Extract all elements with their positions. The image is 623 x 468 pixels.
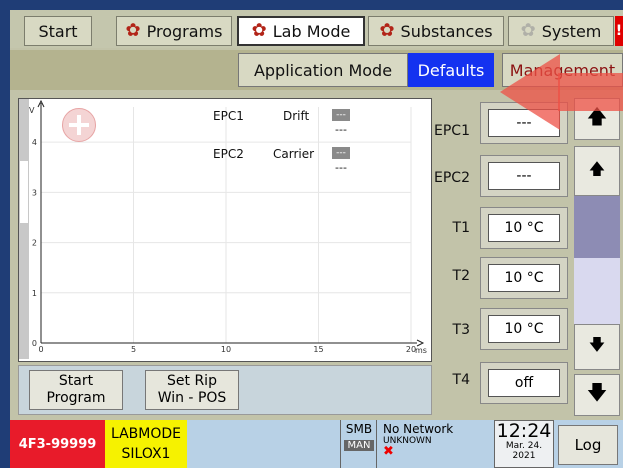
clock-date-2: 2021 bbox=[512, 451, 536, 461]
t1-value[interactable]: 10 °C bbox=[488, 214, 560, 242]
chart-label-carrier: Carrier bbox=[273, 147, 315, 161]
gear-icon: ✿ bbox=[251, 20, 267, 41]
tab-defaults[interactable]: Defaults bbox=[408, 53, 494, 87]
tab-lab-mode-label: Lab Mode bbox=[272, 21, 351, 41]
tab-substances[interactable]: ✿ Substances bbox=[368, 16, 504, 46]
smb-label: SMB bbox=[345, 422, 373, 436]
chart-label-drift: Drift bbox=[283, 109, 310, 123]
tab-system[interactable]: ✿ System bbox=[508, 16, 614, 46]
arrow-up-small-icon: 🡅 bbox=[588, 158, 606, 178]
y-axis-label: V bbox=[29, 106, 35, 115]
status-bar: 4F3-99999 LABMODE SILOX1 SMB MAN No Netw… bbox=[10, 420, 623, 468]
set-rip-line1: Set Rip bbox=[167, 373, 217, 389]
t4-label: T4 bbox=[452, 372, 470, 388]
clock: 12:24 Mar. 24. 2021 bbox=[494, 420, 554, 468]
x-tick-label: 10 bbox=[221, 345, 231, 354]
chart-label-epc1: EPC1 bbox=[213, 109, 244, 123]
tab-system-label: System bbox=[541, 21, 602, 41]
arrow-down-small-icon: 🡇 bbox=[588, 334, 606, 354]
y-tick-label: 2 bbox=[32, 239, 37, 248]
clock-time: 12:24 bbox=[496, 420, 552, 442]
scroll-track[interactable] bbox=[574, 258, 620, 324]
device-id: 4F3-99999 bbox=[10, 420, 105, 468]
chart-scrollbar[interactable] bbox=[19, 99, 29, 359]
highlight-arrow-tail bbox=[558, 73, 623, 111]
network-error-icon: ✖ bbox=[383, 444, 394, 459]
log-button[interactable]: Log bbox=[558, 425, 618, 465]
app-frame: Start ✿ Programs ✿ Lab Mode ✿ Substances… bbox=[10, 10, 623, 468]
drift-value-dash: --- bbox=[335, 123, 347, 136]
action-button-area: Start Program Set Rip Win - POS bbox=[18, 365, 432, 415]
gear-icon: ✿ bbox=[520, 20, 536, 41]
network-status: No Network UNKNOWN ✖ bbox=[376, 420, 486, 468]
y-tick-label: 0 bbox=[32, 339, 37, 348]
tab-programs[interactable]: ✿ Programs bbox=[116, 16, 232, 46]
main-tab-bar: Start ✿ Programs ✿ Lab Mode ✿ Substances… bbox=[10, 10, 623, 48]
network-label: No Network bbox=[383, 422, 454, 436]
highlight-arrow-icon bbox=[500, 54, 560, 130]
alert-indicator[interactable]: ! bbox=[615, 16, 623, 46]
clock-date-1: Mar. 24. bbox=[505, 441, 543, 451]
x-tick-label: 0 bbox=[38, 345, 43, 354]
epc1-label: EPC1 bbox=[434, 123, 470, 139]
t2-field[interactable]: 10 °C bbox=[480, 257, 568, 299]
x-axis-label: ms bbox=[415, 346, 427, 355]
t2-value[interactable]: 10 °C bbox=[488, 264, 560, 292]
tab-programs-label: Programs bbox=[146, 21, 223, 41]
scroll-up-button[interactable]: 🡅 bbox=[574, 146, 620, 196]
t3-value[interactable]: 10 °C bbox=[488, 315, 560, 343]
mode-label: LABMODE bbox=[110, 426, 182, 442]
scroll-down-button[interactable]: 🡇 bbox=[574, 324, 620, 370]
t1-label: T1 bbox=[452, 220, 470, 236]
t3-label: T3 bbox=[452, 322, 470, 338]
x-tick-label: 5 bbox=[131, 345, 136, 354]
y-tick-label: 4 bbox=[32, 138, 37, 147]
tab-lab-mode[interactable]: ✿ Lab Mode bbox=[237, 16, 365, 46]
tab-substances-label: Substances bbox=[400, 21, 493, 41]
gear-icon: ✿ bbox=[125, 20, 141, 41]
t4-field[interactable]: off bbox=[480, 362, 568, 404]
t2-label: T2 bbox=[452, 268, 470, 284]
tab-start[interactable]: Start bbox=[24, 16, 92, 46]
start-program-line2: Program bbox=[46, 390, 106, 406]
t3-field[interactable]: 10 °C bbox=[480, 308, 568, 350]
y-tick-label: 1 bbox=[32, 289, 37, 298]
start-program-line1: Start bbox=[58, 373, 94, 389]
epc2-value[interactable]: --- bbox=[488, 162, 560, 190]
y-tick-label: 3 bbox=[32, 188, 37, 197]
arrow-down-icon: 🡇 bbox=[586, 380, 608, 404]
chart-scrollbar-thumb[interactable] bbox=[20, 161, 28, 223]
t4-value[interactable]: off bbox=[488, 369, 560, 397]
t1-field[interactable]: 10 °C bbox=[480, 207, 568, 249]
set-rip-line2: Win - POS bbox=[157, 390, 227, 406]
add-icon[interactable] bbox=[62, 108, 96, 142]
page-down-button[interactable]: 🡇 bbox=[574, 374, 620, 416]
carrier-value-box: --- bbox=[332, 147, 350, 159]
chart-label-epc2: EPC2 bbox=[213, 147, 244, 161]
drift-value-box: --- bbox=[332, 109, 350, 121]
man-label: MAN bbox=[344, 440, 374, 451]
set-rip-win-pos-button[interactable]: Set Rip Win - POS bbox=[145, 370, 239, 410]
tab-application-mode[interactable]: Application Mode bbox=[238, 53, 408, 87]
substance-label: SILOX1 bbox=[121, 446, 171, 462]
scroll-thumb[interactable] bbox=[574, 196, 620, 258]
tab-start-label: Start bbox=[38, 21, 78, 41]
epc2-label: EPC2 bbox=[434, 170, 470, 186]
smb-indicator: SMB MAN bbox=[340, 420, 377, 468]
network-state: UNKNOWN bbox=[383, 436, 432, 446]
mode-badge: LABMODE SILOX1 bbox=[105, 420, 187, 468]
start-program-button[interactable]: Start Program bbox=[29, 370, 123, 410]
carrier-value-dash: --- bbox=[335, 161, 347, 174]
gear-icon: ✿ bbox=[379, 20, 395, 41]
epc2-field[interactable]: --- bbox=[480, 155, 568, 197]
x-tick-label: 15 bbox=[313, 345, 323, 354]
